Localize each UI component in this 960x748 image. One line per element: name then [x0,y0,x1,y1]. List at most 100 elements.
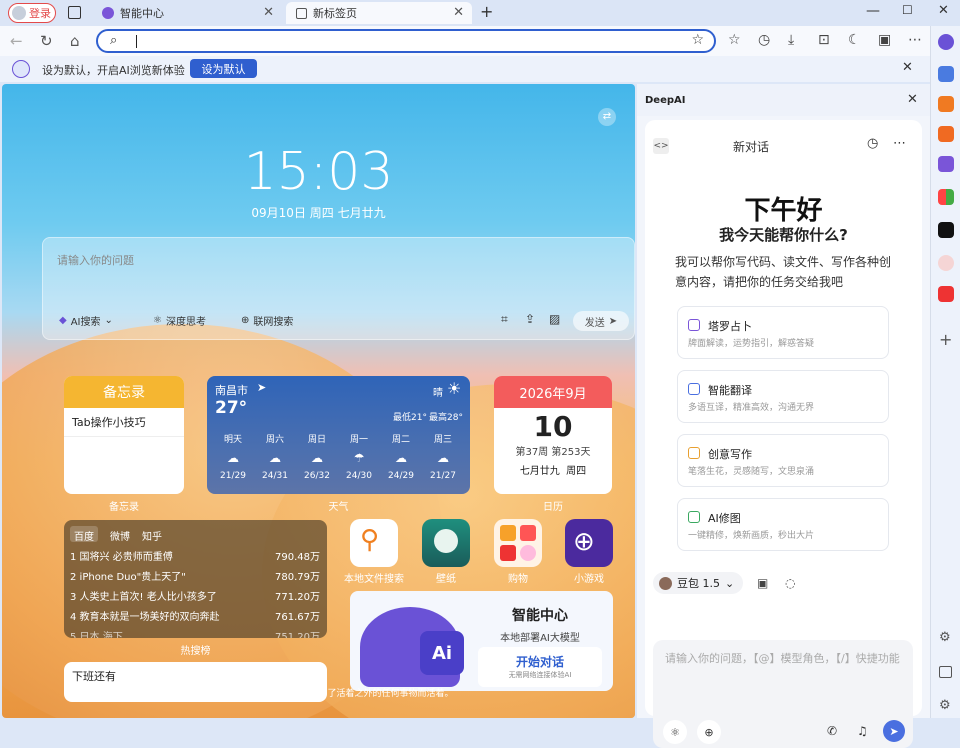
briefcase-icon[interactable]: ▣ [757,576,768,590]
ai-center-widget[interactable]: Ai 智能中心 本地部署AI大模型 开始对话 无需网络连接体验AI [350,591,613,691]
close-window-button[interactable]: ✕ [938,3,949,18]
weather-caption: 天气 [328,502,349,513]
close-infobar-icon[interactable]: ✕ [902,60,913,75]
login-button[interactable]: 登录 [8,3,56,23]
maximize-button[interactable]: ☐ [902,3,913,17]
more-icon[interactable]: ⋯ [908,32,922,48]
home-button[interactable]: ⌂ [70,32,80,50]
deepai-icon[interactable] [938,34,954,50]
model-selector[interactable]: 豆包 1.5 ⌄ [653,572,743,594]
hot-tab-zhihu[interactable]: 知乎 [142,528,162,543]
favorites-icon[interactable]: ☆ [728,32,741,48]
list-item[interactable]: 2 iPhone Duo"贵上天了" 780.79万 [70,568,320,583]
set-default-button[interactable]: 设为默认 [190,59,257,78]
download-icon[interactable]: ⤓ [788,32,794,48]
start-chat-button[interactable]: 开始对话 无需网络连接体验AI [478,647,602,687]
memo-item[interactable]: Tab操作小技巧 [64,408,184,437]
weather-low: 最低21° [393,413,427,423]
close-tab-icon[interactable]: ✕ [263,5,274,20]
back-button[interactable]: ← [10,32,23,50]
toolbox-icon[interactable]: ▣ [878,32,891,48]
more-icon[interactable]: ⋯ [893,136,906,151]
news-icon[interactable] [938,286,954,302]
briefcase-icon[interactable] [938,126,954,142]
memo-widget[interactable]: 备忘录 Tab操作小技巧 [64,376,184,494]
tag-icon[interactable] [938,66,954,82]
chat-input[interactable]: 请输入你的问题，【@】模型角色，【/】快捷功能 ⚛ ⊕ ✆ ♫ ➤ [653,640,913,748]
skill-ai-retouch[interactable]: AI修图 一键精修，焕新画质，秒出大片 [677,498,889,551]
hot-tab-weibo[interactable]: 微博 [110,528,130,543]
skill-tarot[interactable]: 塔罗占卜 牌面解读，运势指引，解惑答疑 [677,306,889,359]
settings-icon[interactable]: ⚙ [939,698,951,713]
moon-icon[interactable]: ☾ [848,32,861,48]
code-icon[interactable]: <> [653,138,669,154]
deep-think-label: 深度思考 [165,317,206,328]
list-item[interactable]: 5 日本 海下 751.20万 [70,628,320,638]
history-icon[interactable]: ◷ [867,136,878,151]
start-chat-sub: 无需网络连接体验AI [508,671,572,679]
address-bar[interactable]: ⌕ ☆ [96,29,716,53]
chess-icon[interactable] [938,156,954,172]
wallpaper-app[interactable] [422,519,470,567]
doubao-avatar-icon [659,576,672,590]
location-icon: ➤ [257,381,267,394]
translate-icon [688,383,700,395]
crop-icon[interactable]: ⌗ [501,312,508,327]
clock: 15:03 [243,142,394,202]
tab-new-tab[interactable]: 新标签页 ✕ [286,2,472,24]
panel-toggle-icon[interactable] [939,666,952,678]
upload-icon[interactable]: ⇪ [525,312,535,326]
mini-game-app[interactable]: ⊕ [565,519,613,567]
new-tab-button[interactable]: + [480,2,493,21]
web-search-toggle[interactable]: ⊕ 联网搜索 [241,313,293,328]
deep-think-button[interactable]: ⚛ [663,720,687,744]
plugin-icon[interactable]: ⚙ [939,630,951,645]
history-icon[interactable]: ◷ [758,32,770,48]
default-browser-bar: 设为默认，开启AI浏览新体验 设为默认 ✕ [0,56,930,82]
star-icon[interactable]: ☆ [691,32,704,48]
greeting-title: 下午好 [744,196,823,226]
image-icon[interactable]: ▨ [549,312,560,326]
deepai-header: DeepAI ✕ [637,84,930,116]
ai-search-dropdown[interactable]: ◆ AI搜索 ⌄ [59,313,113,328]
skill-translate[interactable]: 智能翻译 多语互译，精准高效，沟通无界 [677,370,889,423]
off-work-label: 下班还有 [72,670,116,683]
calendar-widget[interactable]: 2026年9月 10 第37周 第253天 七月廿九 周四 [494,376,612,494]
minimize-button[interactable]: — [866,3,880,19]
weibo-icon[interactable] [938,255,954,271]
weather-widget[interactable]: 南昌市 ➤ 27° 晴 ☀ 最低21° 最高28° 明天 ☁ 21/29 周六 ☁ 24… [207,376,470,494]
send-icon: ➤ [608,315,618,327]
close-panel-button[interactable]: ✕ [907,92,918,107]
office-icon[interactable] [938,96,954,112]
ai-search-box[interactable]: 请输入你的问题 ◆ AI搜索 ⌄ ⚛ 深度思考 ⊕ 联网搜索 ⌗ ⇪ ▨ 发送 ➤ [42,237,635,340]
deep-think-toggle[interactable]: ⚛ 深度思考 [153,313,206,328]
skill-writing[interactable]: 创意写作 笔落生花，灵感随写，文思泉涌 [677,434,889,487]
screenshot-icon[interactable]: ⊡ [818,32,830,48]
new-chat-title: 新对话 [733,140,770,154]
list-item[interactable]: 3 人类史上首次! 老人比小孩多了 771.20万 [70,588,320,603]
chat-bubble-icon[interactable]: ◌ [785,576,795,590]
close-tab-icon[interactable]: ✕ [453,5,464,20]
greeting-subtitle: 我今天能帮你什么? [719,226,848,244]
phone-icon[interactable]: ✆ [827,724,837,738]
sidebar-toggle-icon[interactable] [68,6,81,19]
send-button[interactable]: ➤ [883,720,905,742]
web-search-button[interactable]: ⊕ [697,720,721,744]
send-button[interactable]: 发送 ➤ [573,311,629,331]
hot-search-widget[interactable]: 百度 微博 知乎 1 国将兴 必贵师而重傅 790.48万 2 iPhone Du… [64,520,327,638]
tab-smart-center[interactable]: 智能中心 ✕ [92,2,282,24]
tiktok-icon[interactable] [938,222,954,238]
list-item[interactable]: 4 教育本就是一场美好的双向奔赴 761.67万 [70,608,320,623]
hot-tab-baidu[interactable]: 百度 [74,528,94,543]
microphone-icon[interactable]: ♫ [857,724,868,738]
sun-icon: ☀ [447,379,462,398]
apps-icon[interactable] [938,189,954,205]
list-item[interactable]: 1 国将兴 必贵师而重傅 790.48万 [70,548,320,563]
reload-button[interactable]: ↻ [40,32,53,50]
forecast-day: 周日 ☁ 26/32 [304,435,330,481]
shopping-app[interactable] [494,519,542,567]
switch-wallpaper-icon[interactable]: ⇄ [598,108,616,126]
add-icon[interactable]: + [939,330,952,349]
calendar-lunar: 七月廿九 [519,466,560,477]
local-file-search-app[interactable]: ⚲ [350,519,398,567]
